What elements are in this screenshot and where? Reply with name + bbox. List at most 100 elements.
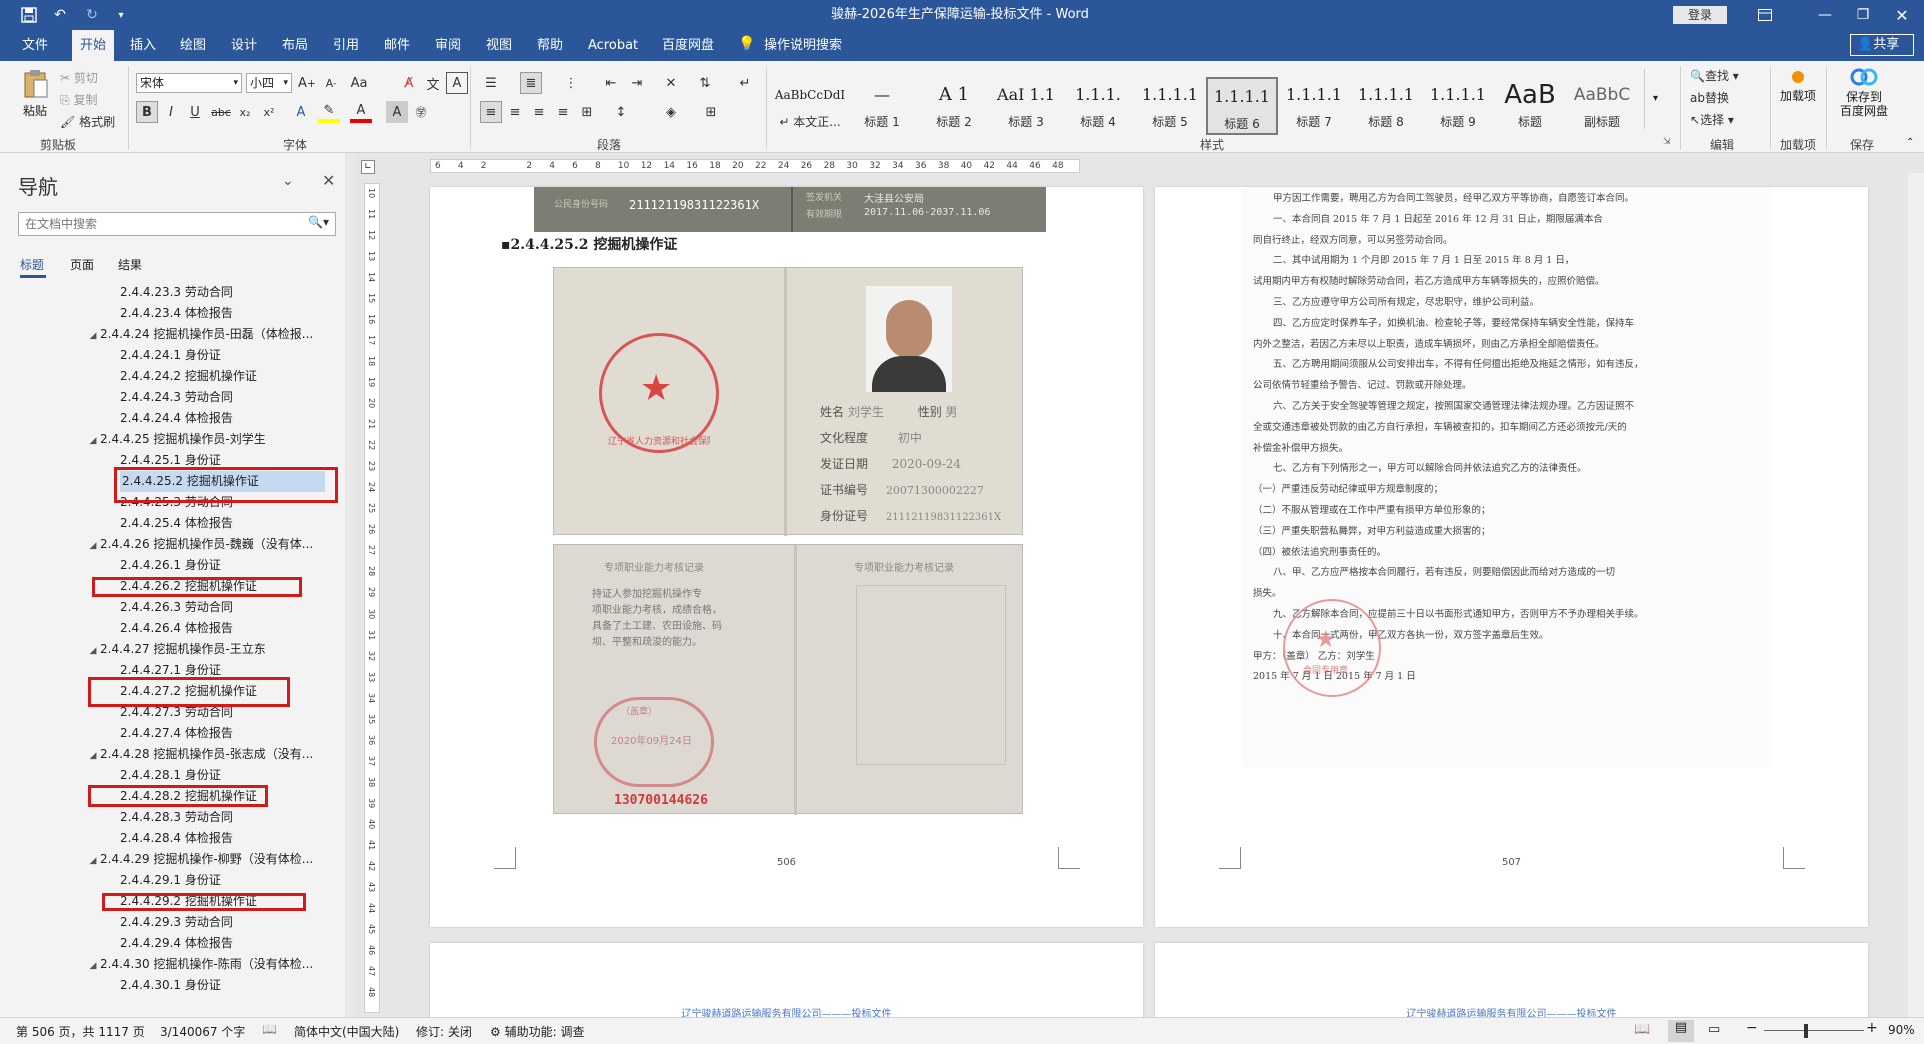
nav-heading-level-2[interactable]: 2.4.4.26.3 劳动合同 <box>120 597 233 618</box>
numbering-icon[interactable]: ≣ <box>520 72 542 94</box>
font-size-select[interactable]: 小四 ▾ <box>246 73 292 93</box>
clear-format-icon[interactable]: A̸ <box>398 72 420 94</box>
horizontal-ruler[interactable]: 6 4 2 2 4 6 8 10 12 14 16 18 20 22 24 26 28 30 32 34 36 38 40 4… <box>430 159 1080 173</box>
nav-heading-level-2[interactable]: 2.4.4.25.4 体检报告 <box>120 513 233 534</box>
change-case-icon[interactable]: Aa <box>348 72 370 94</box>
close-icon[interactable]: ✕ <box>1880 0 1924 30</box>
tab-insert[interactable]: 插入 <box>124 30 162 61</box>
collapse-triangle-icon[interactable]: ◢ <box>86 746 100 767</box>
replace-button[interactable]: ab替换 <box>1690 89 1729 106</box>
restore-icon[interactable]: ❐ <box>1848 0 1878 30</box>
strikethrough-icon[interactable]: abc <box>210 101 232 123</box>
tab-file[interactable]: 文件 <box>16 30 54 61</box>
zoom-level[interactable]: 90% <box>1888 1023 1915 1037</box>
collapse-triangle-icon[interactable]: ◢ <box>86 326 100 347</box>
paste-button[interactable]: 粘贴 <box>18 69 52 119</box>
minimize-icon[interactable]: — <box>1802 0 1848 30</box>
search-icon[interactable]: 🔍▾ <box>308 215 329 229</box>
chevron-down-icon[interactable]: ⌄ <box>282 173 294 189</box>
nav-heading-level-2[interactable]: 2.4.4.24.2 挖掘机操作证 <box>120 366 257 387</box>
collapse-triangle-icon[interactable]: ◢ <box>86 431 100 452</box>
styles-more-icon[interactable]: ▾ <box>1644 69 1666 129</box>
vertical-scrollbar[interactable] <box>1908 173 1924 1017</box>
nav-tab-pages[interactable]: 页面 <box>70 256 94 273</box>
shading-icon[interactable]: ◈ <box>660 101 682 123</box>
font-name-select[interactable]: 宋体 ▾ <box>136 73 242 93</box>
justify-icon[interactable]: ≡ <box>552 101 574 123</box>
zoom-slider-thumb[interactable] <box>1804 1024 1808 1038</box>
char-border-icon[interactable]: A <box>446 72 468 94</box>
nav-heading-level-1[interactable]: ◢ 2.4.4.30 挖掘机操作-陈雨（没有体检... <box>86 954 314 977</box>
tab-home[interactable]: 开始 <box>72 30 114 61</box>
nav-heading-level-1[interactable]: ◢ 2.4.4.26 挖掘机操作员-魏巍（没有体... <box>86 534 314 557</box>
tab-acrobat[interactable]: Acrobat <box>582 30 644 61</box>
tab-help[interactable]: 帮助 <box>531 30 569 61</box>
nav-tab-headings[interactable]: 标题 <box>20 256 44 273</box>
zoom-in-icon[interactable]: + <box>1866 1020 1878 1036</box>
align-center-icon[interactable]: ≡ <box>504 101 526 123</box>
nav-scrollbar[interactable] <box>345 153 355 1017</box>
tab-references[interactable]: 引用 <box>327 30 365 61</box>
page-count[interactable]: 第 506 页，共 1117 页 <box>16 1023 145 1040</box>
language[interactable]: 简体中文(中国大陆) <box>294 1023 399 1040</box>
accessibility-checker[interactable]: ⚙ 辅助功能: 调查 <box>490 1023 584 1040</box>
tab-selector-icon[interactable]: ∟ <box>361 160 375 174</box>
nav-heading-level-2[interactable]: 2.4.4.26.4 体检报告 <box>120 618 233 639</box>
nav-heading-level-2[interactable]: 2.4.4.23.3 劳动合同 <box>120 282 233 303</box>
style-heading-7[interactable]: 1.1.1.1 标题 7 <box>1278 77 1350 135</box>
bullets-icon[interactable]: ☰ <box>480 72 502 94</box>
sort-icon[interactable]: ⇅ <box>694 72 716 94</box>
style-normal[interactable]: AaBbCcDdI ↵ 本文正... <box>774 77 846 135</box>
ribbon-display-icon[interactable] <box>1748 0 1782 30</box>
format-painter-button[interactable]: 🖌 格式刷 <box>60 113 115 130</box>
tab-view[interactable]: 视图 <box>480 30 518 61</box>
nav-heading-level-1[interactable]: ◢ 2.4.4.25 挖掘机操作员-刘学生 <box>86 429 266 450</box>
style-title[interactable]: AaB 标题 <box>1494 77 1566 135</box>
italic-icon[interactable]: I <box>160 101 182 123</box>
track-changes[interactable]: 修订: 关闭 <box>416 1023 472 1040</box>
page-508[interactable]: 辽宁骏赫道路运输服务有限公司———投标文件 <box>430 943 1143 1017</box>
bold-icon[interactable]: B <box>136 101 158 123</box>
nav-heading-level-2[interactable]: 2.4.4.29.1 身份证 <box>120 870 221 891</box>
zoom-out-icon[interactable]: − <box>1746 1020 1758 1036</box>
nav-heading-level-2[interactable]: 2.4.4.23.4 体检报告 <box>120 303 233 324</box>
undo-icon[interactable]: ↶ <box>46 0 74 30</box>
nav-heading-level-2[interactable]: 2.4.4.28.4 体检报告 <box>120 828 233 849</box>
nav-heading-level-2[interactable]: 2.4.4.28.3 劳动合同 <box>120 807 233 828</box>
show-marks-icon[interactable]: ↵ <box>734 72 756 94</box>
style-heading-8[interactable]: 1.1.1.1 标题 8 <box>1350 77 1422 135</box>
nav-search-input[interactable] <box>19 213 289 235</box>
nav-heading-level-2[interactable]: 2.4.4.27.4 体检报告 <box>120 723 233 744</box>
align-left-icon[interactable]: ≡ <box>480 101 502 123</box>
cut-button[interactable]: ✂ 剪切 <box>60 69 98 86</box>
chinese-layout-icon[interactable]: ✕ <box>660 72 682 94</box>
char-shading-icon[interactable]: A <box>386 101 408 123</box>
nav-heading-level-2[interactable]: 2.4.4.28.1 身份证 <box>120 765 221 786</box>
addins-button[interactable]: 加载项 <box>1780 71 1816 103</box>
phonetic-guide-icon[interactable]: 文 <box>422 72 444 94</box>
decrease-indent-icon[interactable]: ⇤ <box>600 72 622 94</box>
close-icon[interactable]: ✕ <box>322 171 335 190</box>
tab-mailings[interactable]: 邮件 <box>378 30 416 61</box>
align-right-icon[interactable]: ≡ <box>528 101 550 123</box>
nav-heading-level-1[interactable]: ◢ 2.4.4.27 挖掘机操作员-王立东 <box>86 639 266 660</box>
customize-icon[interactable]: ▾ <box>112 0 130 30</box>
proofing-icon[interactable]: 📖 <box>262 1022 277 1036</box>
collapse-triangle-icon[interactable]: ◢ <box>86 641 100 662</box>
nav-heading-level-2[interactable]: 2.4.4.24.4 体检报告 <box>120 408 233 429</box>
tab-draw[interactable]: 绘图 <box>174 30 212 61</box>
style-heading-2[interactable]: A 1 标题 2 <box>918 77 990 135</box>
shrink-font-icon[interactable]: A- <box>320 72 342 94</box>
vertical-ruler[interactable]: 10 11 12 13 14 15 16 17 18 19 20 21 22 23 24 25 26 27 28 29… <box>364 183 380 1013</box>
nav-heading-level-2[interactable]: 2.4.4.24.1 身份证 <box>120 345 221 366</box>
copy-button[interactable]: ⎘ 复制 <box>60 91 97 108</box>
tab-baidu[interactable]: 百度网盘 <box>656 30 720 61</box>
read-mode-icon[interactable]: 📖 <box>1634 1022 1650 1037</box>
nav-heading-level-1[interactable]: ◢ 2.4.4.29 挖掘机操作-柳野（没有体检... <box>86 849 314 870</box>
style-heading-5[interactable]: 1.1.1.1 标题 5 <box>1134 77 1206 135</box>
collapse-triangle-icon[interactable]: ◢ <box>86 536 100 557</box>
nav-heading-level-2[interactable]: 2.4.4.30.1 身份证 <box>120 975 221 996</box>
collapse-triangle-icon[interactable]: ◢ <box>86 956 100 977</box>
text-effects-icon[interactable]: A <box>290 101 312 123</box>
page-506[interactable]: 公民身份号码 21112119831122361X 签发机关 大洼县公安局 有效… <box>430 187 1143 927</box>
